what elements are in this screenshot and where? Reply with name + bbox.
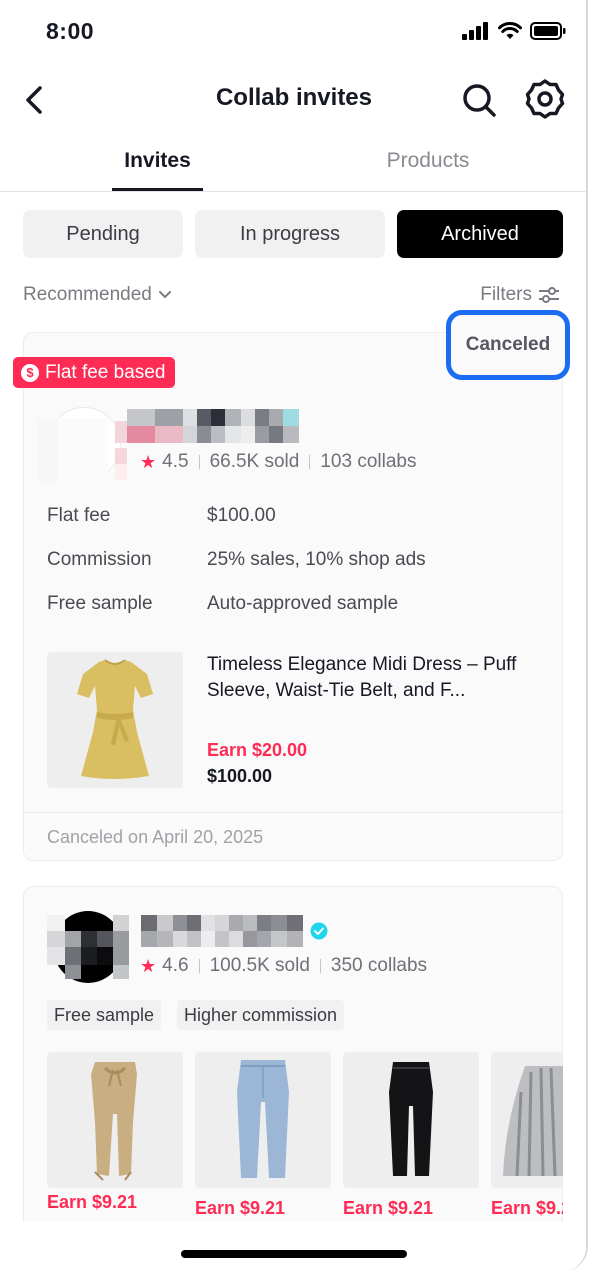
status-icons — [462, 22, 566, 40]
search-icon — [463, 84, 496, 117]
gray-skirt-image — [503, 1066, 563, 1177]
term-label: Commission — [47, 549, 152, 570]
segment-pending[interactable]: Pending — [23, 210, 183, 258]
creator-name-blurred — [141, 915, 303, 947]
product-earn: Earn $20.00 — [207, 740, 308, 760]
tab-bar: Invites Products — [0, 140, 586, 192]
product-title[interactable]: Timeless Elegance Midi Dress – Puff Slee… — [207, 652, 537, 704]
chevron-down-icon — [158, 291, 171, 299]
flat-fee-badge-label: Flat fee based — [45, 361, 166, 383]
canceled-date: Canceled on April 20, 2025 — [47, 827, 264, 847]
home-indicator[interactable] — [181, 1250, 407, 1258]
top-nav: Collab invites — [0, 70, 586, 130]
bottom-safe-area — [0, 1222, 586, 1272]
beige-pants-image — [91, 1062, 137, 1181]
status-badge: Canceled — [446, 310, 570, 380]
collabs-count: 350 collabs — [330, 955, 428, 976]
term-value: $100.00 — [207, 505, 276, 526]
tab-invites[interactable]: Invites — [112, 149, 203, 173]
dollar-icon: $ — [21, 363, 39, 382]
tab-products[interactable]: Products — [370, 149, 486, 173]
rating-value: 4.6 — [162, 955, 189, 976]
blue-pants-image — [237, 1060, 289, 1178]
stats-divider — [319, 959, 321, 973]
segment-in-progress[interactable]: In progress — [195, 210, 385, 258]
tab-active-indicator — [112, 188, 203, 191]
black-pants-image — [389, 1062, 433, 1176]
settings-button[interactable] — [525, 78, 565, 120]
stats-divider — [309, 455, 311, 469]
product-image[interactable] — [47, 1052, 183, 1188]
star-icon: ★ — [140, 955, 157, 976]
product-earn: Earn $9.21 — [47, 1192, 138, 1212]
product-price: $100.00 — [207, 766, 273, 786]
rating-value: 4.5 — [162, 451, 189, 472]
term-value: Auto-approved sample — [207, 593, 399, 614]
segment-archived[interactable]: Archived — [397, 210, 563, 258]
signal-icon — [462, 22, 488, 40]
sold-count: 100.5K sold — [209, 955, 310, 976]
term-label: Flat fee — [47, 505, 111, 526]
perk-tag: Higher commission — [177, 1000, 345, 1030]
sort-dropdown[interactable]: Recommended — [23, 284, 172, 306]
sort-label: Recommended — [23, 284, 152, 305]
search-button[interactable] — [459, 80, 499, 120]
perk-tag: Free sample — [47, 1000, 162, 1030]
product-image[interactable] — [195, 1052, 331, 1188]
stats-divider — [198, 455, 200, 469]
product-earn: Earn $9.2 — [491, 1198, 563, 1218]
status-bar: 8:00 — [0, 0, 586, 64]
stats-divider — [198, 959, 200, 973]
product-earn: Earn $9.21 — [195, 1198, 286, 1218]
gear-icon — [525, 79, 565, 119]
product-image[interactable] — [491, 1052, 563, 1188]
card-divider — [23, 812, 563, 813]
flat-fee-badge: $ Flat fee based — [13, 357, 176, 388]
page-title: Collab invites — [215, 84, 373, 111]
battery-icon — [530, 22, 566, 40]
wifi-icon — [498, 22, 522, 39]
product-image[interactable] — [343, 1052, 479, 1188]
term-label: Free sample — [47, 593, 153, 614]
creator-name-blurred — [115, 409, 299, 443]
phone-screen: 8:00 Collab invites Invites Products Pen… — [0, 0, 588, 1272]
creator-stats: ★ 4.5 66.5K sold 103 collabs — [140, 451, 416, 473]
filters-button[interactable]: Filters — [480, 284, 560, 306]
creator-stats: ★ 4.6 100.5K sold 350 collabs — [140, 955, 427, 977]
star-icon: ★ — [140, 451, 157, 472]
collabs-count: 103 collabs — [320, 451, 417, 472]
dress-image — [77, 659, 153, 779]
avatar — [47, 911, 129, 983]
sold-count: 66.5K sold — [209, 451, 300, 472]
verified-badge-icon — [310, 922, 328, 940]
term-value: 25% sales, 10% shop ads — [207, 549, 426, 570]
product-image[interactable] — [47, 652, 183, 788]
filters-label: Filters — [480, 284, 532, 305]
sliders-icon — [539, 287, 559, 303]
product-earn: Earn $9.21 — [343, 1198, 434, 1218]
status-time: 8:00 — [46, 18, 95, 44]
